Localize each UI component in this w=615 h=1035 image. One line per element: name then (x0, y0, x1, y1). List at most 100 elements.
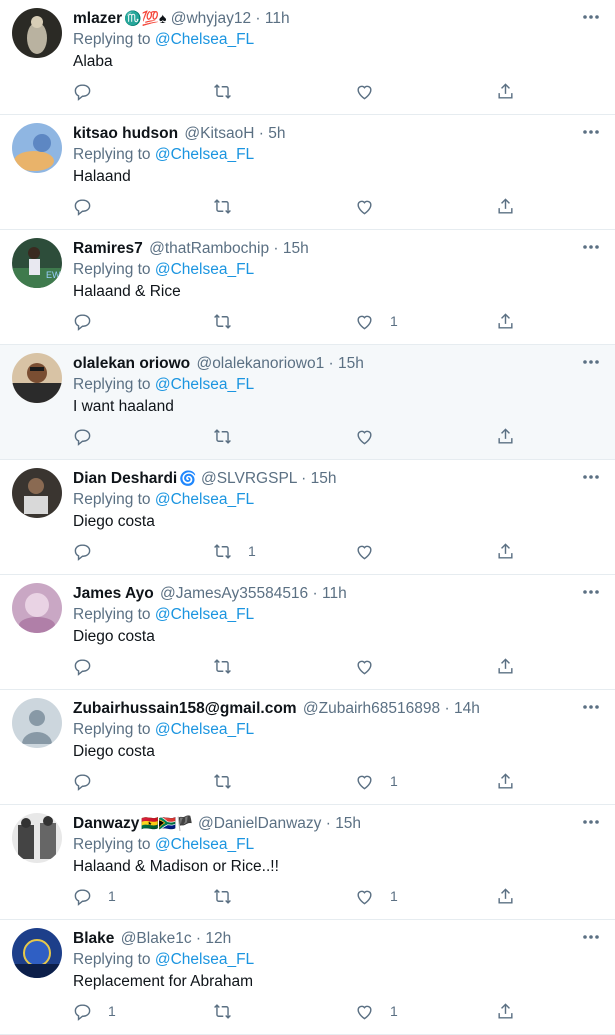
share-button[interactable] (496, 885, 515, 907)
retweet-button[interactable] (213, 1000, 248, 1022)
timestamp[interactable]: 15h (311, 470, 337, 487)
reply-button[interactable] (73, 80, 108, 102)
like-button[interactable] (355, 540, 390, 562)
share-button[interactable] (496, 425, 515, 447)
avatar[interactable] (12, 928, 62, 978)
reply-button[interactable] (73, 655, 108, 677)
reply-button[interactable]: 1 (73, 885, 116, 907)
more-icon[interactable] (581, 125, 601, 137)
retweet-button[interactable]: 1 (213, 540, 256, 562)
avatar[interactable] (12, 813, 62, 863)
reply-button[interactable] (73, 195, 108, 217)
avatar[interactable] (12, 8, 62, 58)
reply-button[interactable] (73, 425, 108, 447)
reply-button[interactable] (73, 540, 108, 562)
like-button[interactable]: 1 (355, 310, 398, 332)
user-handle[interactable]: @thatRambochip (149, 240, 269, 257)
display-name[interactable]: Danwazy (73, 815, 139, 832)
display-name[interactable]: Zubairhussain158@gmail.com (73, 700, 297, 717)
display-name[interactable]: Blake (73, 930, 114, 947)
timestamp[interactable]: 15h (335, 815, 361, 832)
like-button[interactable]: 1 (355, 770, 398, 792)
like-button[interactable] (355, 425, 390, 447)
user-handle[interactable]: @Zubairh68516898 (303, 700, 440, 717)
more-icon[interactable] (581, 10, 601, 22)
mention-link[interactable]: @Chelsea_FL (155, 606, 254, 623)
avatar[interactable] (12, 583, 62, 633)
share-button[interactable] (496, 770, 515, 792)
like-button[interactable]: 1 (355, 1000, 398, 1022)
user-handle[interactable]: @olalekanoriowo1 (196, 355, 324, 372)
reply-icon (73, 427, 92, 446)
mention-link[interactable]: @Chelsea_FL (155, 261, 254, 278)
tweet[interactable]: olalekan oriowo @olalekanoriowo1 · 15h R… (0, 345, 615, 460)
user-handle[interactable]: @DanielDanwazy (198, 815, 321, 832)
more-icon[interactable] (581, 585, 601, 597)
retweet-button[interactable] (213, 425, 248, 447)
mention-link[interactable]: @Chelsea_FL (155, 836, 254, 853)
more-icon[interactable] (581, 470, 601, 482)
user-handle[interactable]: @Blake1c (121, 930, 192, 947)
retweet-button[interactable] (213, 885, 248, 907)
like-button[interactable]: 1 (355, 885, 398, 907)
timestamp[interactable]: 11h (265, 10, 290, 27)
more-icon[interactable] (581, 240, 601, 252)
like-button[interactable] (355, 195, 390, 217)
retweet-button[interactable] (213, 310, 248, 332)
user-handle[interactable]: @KitsaoH (184, 125, 254, 142)
display-name[interactable]: Dian Deshardi (73, 470, 177, 487)
timestamp[interactable]: 12h (205, 930, 231, 947)
mention-link[interactable]: @Chelsea_FL (155, 951, 254, 968)
like-button[interactable] (355, 655, 390, 677)
avatar[interactable] (12, 353, 62, 403)
user-handle[interactable]: @SLVRGSPL (201, 470, 297, 487)
user-handle[interactable]: @whyjay12 (171, 10, 251, 27)
share-button[interactable] (496, 655, 515, 677)
tweet[interactable]: Dian Deshardi 🌀 @SLVRGSPL · 15h Replying … (0, 460, 615, 575)
reply-button[interactable] (73, 770, 108, 792)
timestamp[interactable]: 5h (268, 125, 285, 142)
avatar[interactable] (12, 698, 62, 748)
display-name[interactable]: olalekan oriowo (73, 355, 190, 372)
timestamp[interactable]: 11h (322, 585, 347, 602)
tweet[interactable]: Blake @Blake1c · 12h Replying to @Chelse… (0, 920, 615, 1035)
tweet[interactable]: mlazer ♏💯♠ @whyjay12 · 11h Replying to @C… (0, 0, 615, 115)
more-icon[interactable] (581, 355, 601, 367)
avatar[interactable] (12, 123, 62, 173)
avatar[interactable] (12, 468, 62, 518)
display-name[interactable]: mlazer (73, 10, 122, 27)
retweet-button[interactable] (213, 195, 248, 217)
tweet[interactable]: EW Ramires7 @thatRambochip · 15h Replyin… (0, 230, 615, 345)
reply-button[interactable] (73, 310, 108, 332)
retweet-button[interactable] (213, 770, 248, 792)
display-name[interactable]: kitsao hudson (73, 125, 178, 142)
timestamp[interactable]: 15h (338, 355, 364, 372)
display-name[interactable]: James Ayo (73, 585, 154, 602)
mention-link[interactable]: @Chelsea_FL (155, 31, 254, 48)
share-button[interactable] (496, 1000, 515, 1022)
tweet[interactable]: Zubairhussain158@gmail.com @Zubairh68516… (0, 690, 615, 805)
user-handle[interactable]: @JamesAy35584516 (160, 585, 308, 602)
mention-link[interactable]: @Chelsea_FL (155, 146, 254, 163)
more-icon[interactable] (581, 700, 601, 712)
mention-link[interactable]: @Chelsea_FL (155, 721, 254, 738)
display-name[interactable]: Ramires7 (73, 240, 143, 257)
avatar[interactable]: EW (12, 238, 62, 288)
tweet[interactable]: kitsao hudson @KitsaoH · 5h Replying to … (0, 115, 615, 230)
share-button[interactable] (496, 195, 515, 217)
share-button[interactable] (496, 310, 515, 332)
like-button[interactable] (355, 80, 390, 102)
mention-link[interactable]: @Chelsea_FL (155, 376, 254, 393)
mention-link[interactable]: @Chelsea_FL (155, 491, 254, 508)
more-icon[interactable] (581, 815, 601, 827)
timestamp[interactable]: 14h (454, 700, 480, 717)
retweet-button[interactable] (213, 655, 248, 677)
retweet-button[interactable] (213, 80, 248, 102)
share-button[interactable] (496, 540, 515, 562)
reply-button[interactable]: 1 (73, 1000, 116, 1022)
tweet[interactable]: Danwazy 🇬🇭🇿🇦🏴 @DanielDanwazy · 15h Replyi… (0, 805, 615, 920)
more-icon[interactable] (581, 930, 601, 942)
tweet[interactable]: James Ayo @JamesAy35584516 · 11h Replyin… (0, 575, 615, 690)
share-button[interactable] (496, 80, 515, 102)
timestamp[interactable]: 15h (283, 240, 309, 257)
